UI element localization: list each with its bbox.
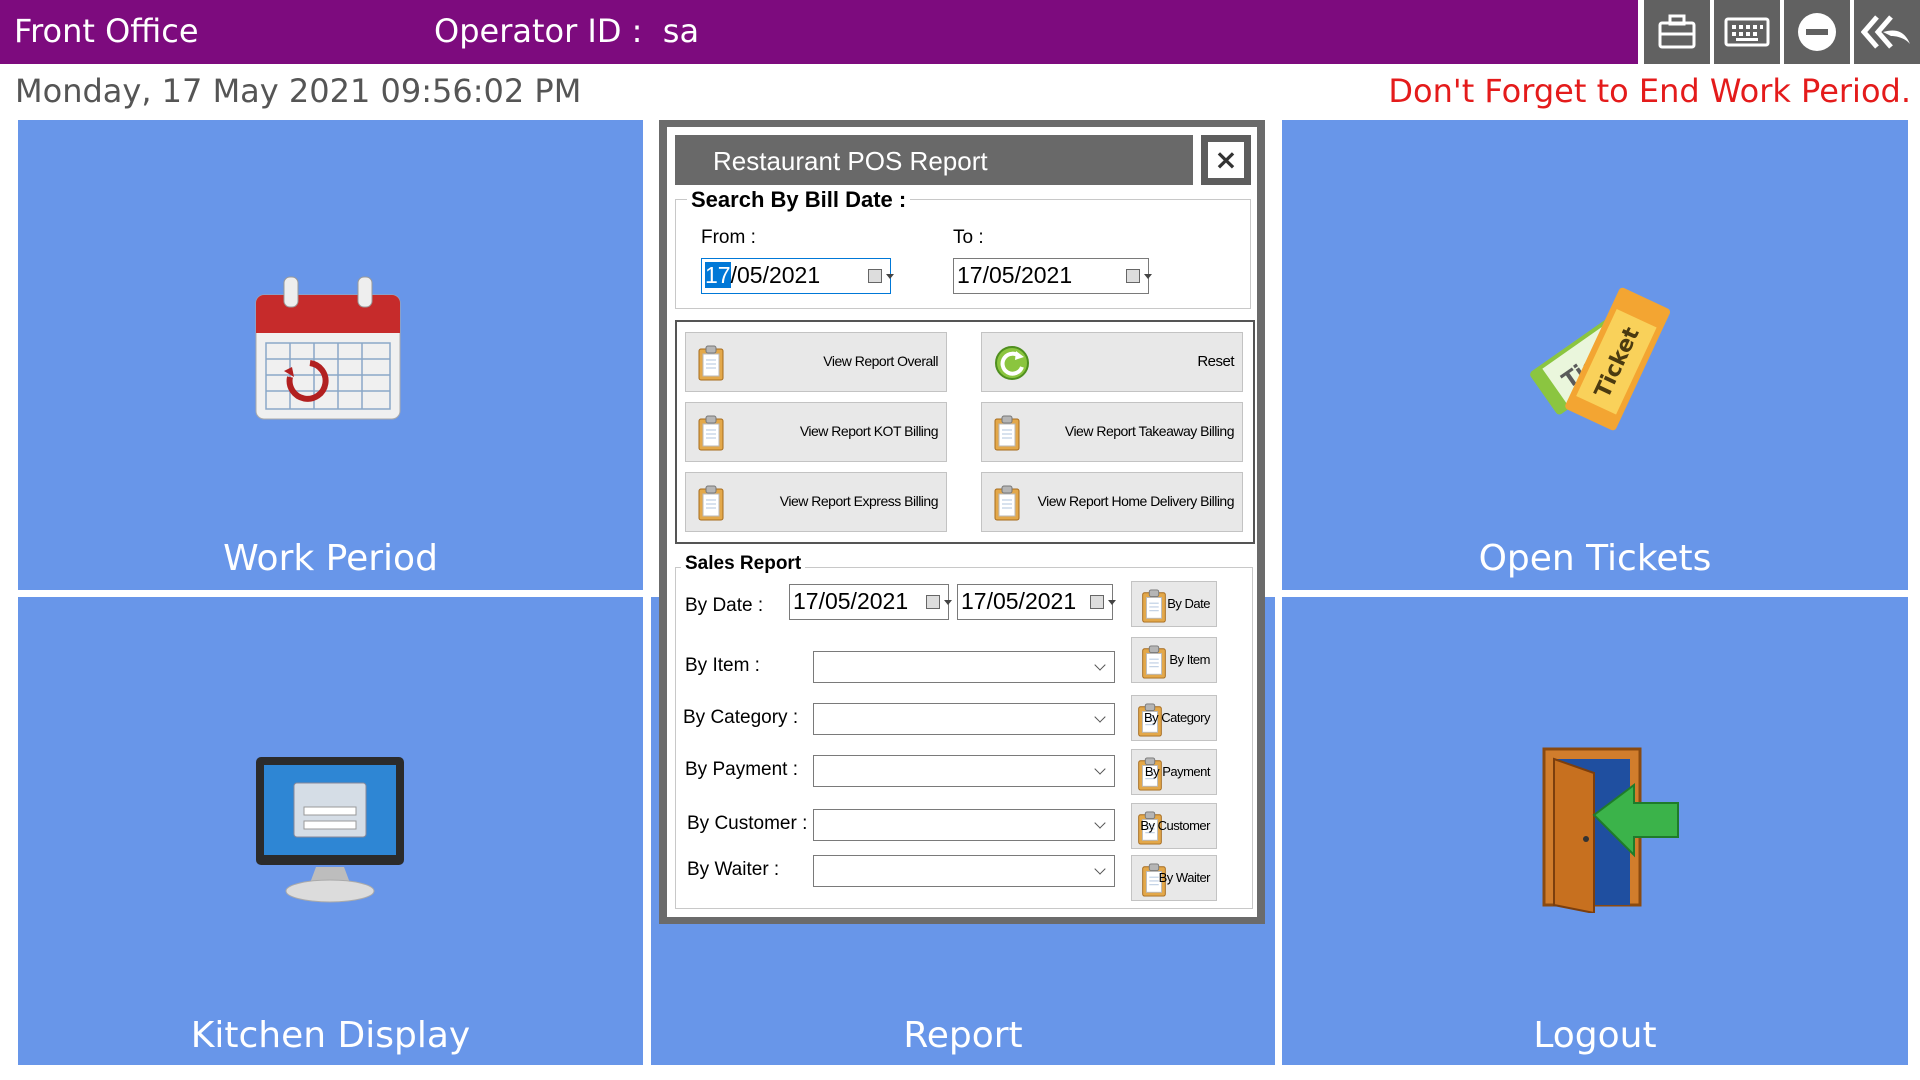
dialog-header: Restaurant POS Report <box>675 135 1193 185</box>
back-icon <box>1861 15 1910 49</box>
by-date-label: By Date : <box>685 595 764 616</box>
from-day-selected: 17 <box>705 262 731 288</box>
button-label: View Report Express Billing <box>779 493 939 509</box>
clipboard-icon <box>1140 589 1168 623</box>
calendar-dropdown-icon[interactable] <box>1090 595 1116 609</box>
tile-kitchen-display[interactable]: Kitchen Display <box>18 597 643 1065</box>
app-title: Front Office <box>14 12 199 50</box>
reset-button[interactable]: Reset <box>981 332 1243 392</box>
ticket-icon: Tic Ticket <box>1530 287 1671 431</box>
bill-date-from-picker[interactable]: 17/05/2021 <box>701 258 894 294</box>
monitor-icon <box>256 757 404 903</box>
sales-date-from-picker[interactable]: 17/05/2021 <box>789 584 952 620</box>
tile-work-period[interactable]: Work Period <box>18 120 643 590</box>
refresh-icon <box>995 346 1029 380</box>
from-label: From : <box>701 227 756 248</box>
by-category-button[interactable]: By Category <box>1131 695 1217 741</box>
view-report-express-button[interactable]: View Report Express Billing <box>685 472 947 532</box>
current-datetime: Monday, 17 May 2021 09:56:02 PM <box>15 72 582 110</box>
button-label: View Report KOT Billing <box>799 423 939 439</box>
keyboard-icon <box>1724 17 1770 47</box>
button-label: View Report Takeaway Billing <box>1064 423 1235 439</box>
clipboard-icon <box>992 485 1022 521</box>
button-label: By Customer <box>1140 818 1210 833</box>
date-value: 17/05/2021 <box>961 588 1077 614</box>
by-customer-combo[interactable] <box>813 809 1115 841</box>
clipboard-icon <box>696 415 726 451</box>
calendar-dropdown-icon[interactable] <box>868 269 894 283</box>
tile-label-work-period: Work Period <box>223 538 438 579</box>
by-item-combo[interactable] <box>813 651 1115 683</box>
close-icon: × <box>1208 142 1244 178</box>
briefcase-button[interactable] <box>1644 0 1710 64</box>
by-payment-combo[interactable] <box>813 755 1115 787</box>
minimize-icon <box>1798 13 1836 51</box>
by-customer-button[interactable]: By Customer <box>1131 803 1217 849</box>
dialog-title: Restaurant POS Report <box>713 146 988 176</box>
to-date-value: 17/05/2021 <box>957 262 1073 288</box>
button-label: Reset <box>1197 353 1234 370</box>
view-report-home-delivery-button[interactable]: View Report Home Delivery Billing <box>981 472 1243 532</box>
button-label: View Report Overall <box>823 353 938 369</box>
button-label: By Item <box>1169 652 1210 667</box>
back-button[interactable] <box>1854 0 1920 64</box>
button-label: By Category <box>1143 710 1211 725</box>
calendar-dropdown-icon[interactable] <box>926 595 952 609</box>
tile-open-tickets[interactable]: Tic Ticket Open Tickets <box>1282 120 1908 590</box>
by-customer-label: By Customer : <box>687 813 808 834</box>
button-label: By Payment <box>1144 764 1211 779</box>
calendar-icon <box>255 276 401 420</box>
button-label: View Report Home Delivery Billing <box>1037 493 1235 509</box>
view-report-kot-button[interactable]: View Report KOT Billing <box>685 402 947 462</box>
view-report-overall-button[interactable]: View Report Overall <box>685 332 947 392</box>
bill-date-to-picker[interactable]: 17/05/2021 <box>953 258 1152 294</box>
button-label: By Date <box>1167 596 1210 611</box>
title-bar: Front Office Operator ID : sa <box>0 0 1638 64</box>
sales-report-label: Sales Report <box>681 553 806 575</box>
keyboard-button[interactable] <box>1714 0 1780 64</box>
tile-logout[interactable]: Logout <box>1282 597 1908 1065</box>
to-label: To : <box>953 227 984 248</box>
top-bar: Front Office Operator ID : sa <box>0 0 1920 66</box>
exit-door-icon <box>1542 747 1679 913</box>
by-item-label: By Item : <box>685 655 760 676</box>
by-payment-label: By Payment : <box>685 759 798 780</box>
work-period-reminder: Don't Forget to End Work Period. <box>1388 72 1911 110</box>
report-dialog-body: Restaurant POS Report × Search By Bill D… <box>667 127 1257 917</box>
operator-id: Operator ID : sa <box>434 12 700 50</box>
calendar-dropdown-icon[interactable] <box>1126 269 1152 283</box>
report-dialog: Restaurant POS Report × Search By Bill D… <box>659 120 1265 924</box>
clipboard-icon <box>696 485 726 521</box>
from-date-rest: /05/2021 <box>730 262 821 288</box>
tile-label-kitchen-display: Kitchen Display <box>190 1015 471 1056</box>
by-waiter-label: By Waiter : <box>687 859 780 880</box>
clipboard-icon <box>992 415 1022 451</box>
bill-date-group-label: Search By Bill Date : <box>687 187 911 213</box>
tile-label-open-tickets: Open Tickets <box>1478 538 1712 579</box>
sales-date-to-picker[interactable]: 17/05/2021 <box>957 584 1116 620</box>
by-payment-button[interactable]: By Payment <box>1131 749 1217 795</box>
date-value: 17/05/2021 <box>793 588 909 614</box>
tile-label-report: Report <box>903 1015 1023 1056</box>
clipboard-icon <box>1140 645 1168 679</box>
clipboard-icon <box>696 345 726 381</box>
by-waiter-button[interactable]: By Waiter <box>1131 855 1217 901</box>
by-category-label: By Category : <box>683 707 799 728</box>
briefcase-icon <box>1658 14 1696 49</box>
by-date-button[interactable]: By Date <box>1131 581 1217 627</box>
by-item-button[interactable]: By Item <box>1131 637 1217 683</box>
dialog-close-button[interactable]: × <box>1201 135 1251 185</box>
minimize-button[interactable] <box>1784 0 1850 64</box>
by-waiter-combo[interactable] <box>813 855 1115 887</box>
button-label: By Waiter <box>1158 870 1211 885</box>
by-category-combo[interactable] <box>813 703 1115 735</box>
tile-label-logout: Logout <box>1533 1015 1657 1056</box>
view-report-takeaway-button[interactable]: View Report Takeaway Billing <box>981 402 1243 462</box>
